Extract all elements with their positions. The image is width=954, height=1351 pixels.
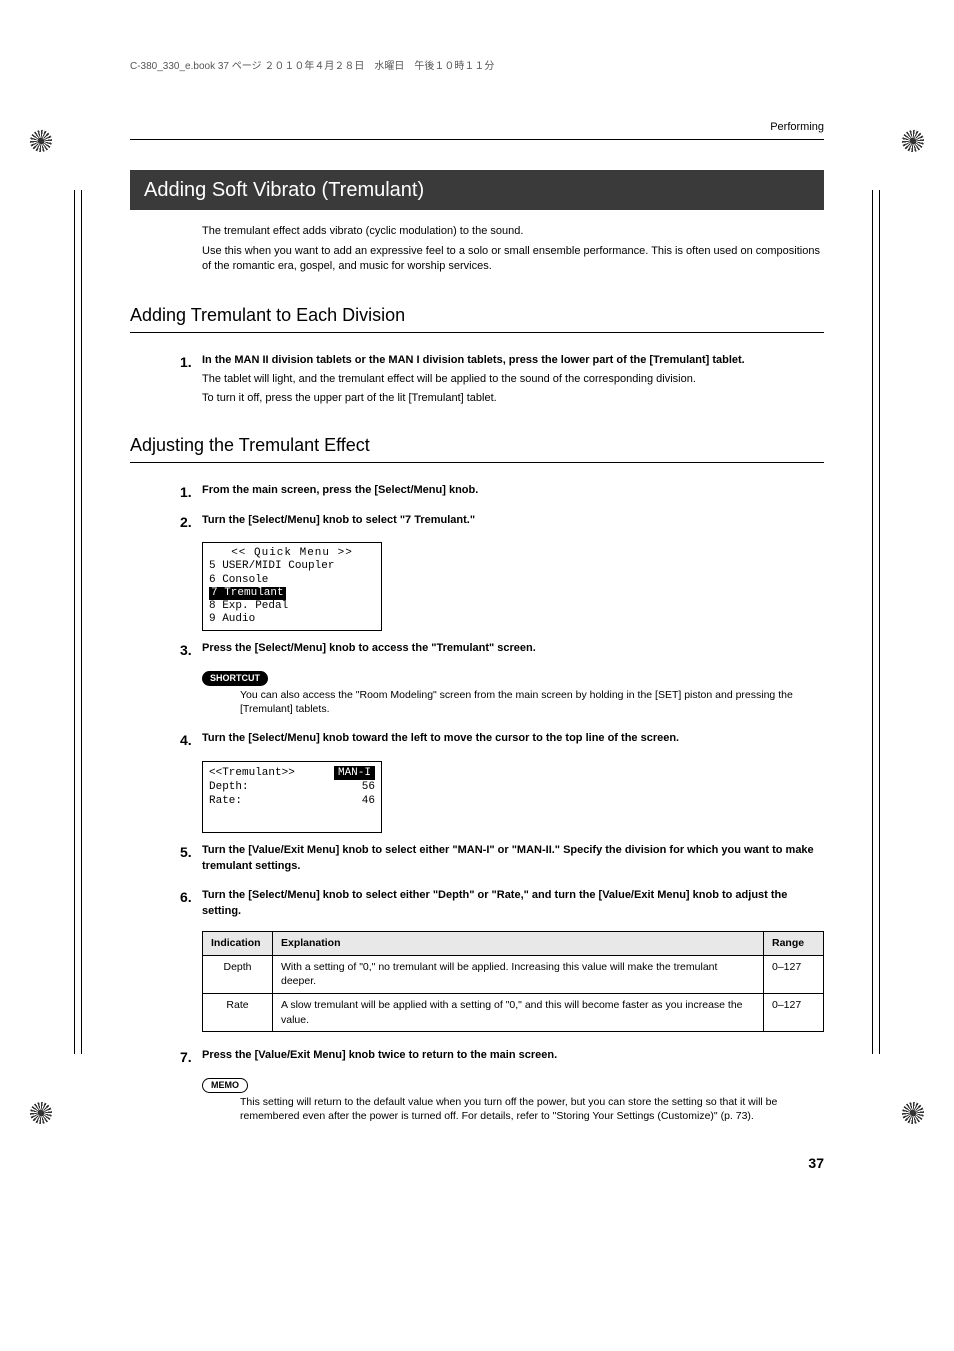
lcd-title-left: <<Tremulant>> <box>209 766 295 780</box>
lcd-line-selected: 7 Tremulant <box>209 587 286 600</box>
lcd-line: 5 USER/MIDI Coupler <box>209 560 375 573</box>
lcd-screenshot: <<Tremulant>> MAN-I Depth: 56 Rate: 46 <box>202 761 382 834</box>
step-title: From the main screen, press the [Select/… <box>202 483 824 498</box>
step: 7. Press the [Value/Exit Menu] knob twic… <box>180 1048 824 1068</box>
memo-badge: MEMO <box>202 1078 248 1093</box>
memo-text: This setting will return to the default … <box>240 1095 824 1124</box>
step-title: Turn the [Select/Menu] knob to select ei… <box>202 888 824 919</box>
step-line: The tablet will light, and the tremulant… <box>202 372 824 387</box>
step: 5. Turn the [Value/Exit Menu] knob to se… <box>180 843 824 878</box>
lcd-title: << Quick Menu >> <box>209 547 375 560</box>
step-number: 4. <box>180 731 202 751</box>
table-cell: 0–127 <box>764 994 824 1032</box>
subsection-title: Adjusting the Tremulant Effect <box>130 433 824 463</box>
shortcut-badge: SHORTCUT <box>202 671 268 686</box>
step-number: 1. <box>180 353 202 409</box>
table-cell: With a setting of "0," no tremulant will… <box>273 955 764 993</box>
step: 6. Turn the [Select/Menu] knob to select… <box>180 888 824 923</box>
lcd-line: 8 Exp. Pedal <box>209 600 375 613</box>
lcd-screenshot: << Quick Menu >> 5 USER/MIDI Coupler 6 C… <box>202 542 382 631</box>
table-header: Indication <box>203 932 273 956</box>
step-number: 1. <box>180 483 202 503</box>
intro-paragraph: Use this when you want to add an express… <box>202 244 824 275</box>
lcd-param-value: 56 <box>362 780 375 794</box>
table-row: Depth With a setting of "0," no tremulan… <box>203 955 824 993</box>
parameter-table: Indication Explanation Range Depth With … <box>202 931 824 1032</box>
file-stamp: C-380_330_e.book 37 ページ ２０１０年４月２８日 水曜日 午… <box>130 60 824 80</box>
lcd-title-right: MAN-I <box>334 766 375 780</box>
step: 1. In the MAN II division tablets or the… <box>180 353 824 409</box>
intro-text: The tremulant effect adds vibrato (cycli… <box>202 224 824 274</box>
step-title: Press the [Select/Menu] knob to access t… <box>202 641 824 656</box>
step-number: 6. <box>180 888 202 923</box>
step: 4. Turn the [Select/Menu] knob toward th… <box>180 731 824 751</box>
step-number: 5. <box>180 843 202 878</box>
step-title: Turn the [Value/Exit Menu] knob to selec… <box>202 843 824 874</box>
section-header: Performing <box>130 120 824 140</box>
step-number: 7. <box>180 1048 202 1068</box>
step-title: In the MAN II division tablets or the MA… <box>202 353 824 368</box>
step: 1. From the main screen, press the [Sele… <box>180 483 824 503</box>
lcd-line: 6 Console <box>209 574 375 587</box>
step-title: Turn the [Select/Menu] knob toward the l… <box>202 731 824 746</box>
subsection-title: Adding Tremulant to Each Division <box>130 303 824 333</box>
lcd-line: 9 Audio <box>209 613 375 626</box>
lcd-param-value: 46 <box>362 794 375 808</box>
lcd-param-label: Depth: <box>209 780 249 794</box>
page-content: C-380_330_e.book 37 ページ ２０１０年４月２８日 水曜日 午… <box>0 60 954 1174</box>
table-cell: Rate <box>203 994 273 1032</box>
step-line: To turn it off, press the upper part of … <box>202 391 824 406</box>
table-cell: 0–127 <box>764 955 824 993</box>
step-number: 2. <box>180 513 202 533</box>
lcd-param-label: Rate: <box>209 794 242 808</box>
table-header: Explanation <box>273 932 764 956</box>
table-cell: A slow tremulant will be applied with a … <box>273 994 764 1032</box>
step: 2. Turn the [Select/Menu] knob to select… <box>180 513 824 533</box>
step: 3. Press the [Select/Menu] knob to acces… <box>180 641 824 661</box>
intro-paragraph: The tremulant effect adds vibrato (cycli… <box>202 224 824 239</box>
shortcut-text: You can also access the "Room Modeling" … <box>240 688 824 717</box>
step-title: Turn the [Select/Menu] knob to select "7… <box>202 513 824 528</box>
table-cell: Depth <box>203 955 273 993</box>
table-row: Rate A slow tremulant will be applied wi… <box>203 994 824 1032</box>
step-number: 3. <box>180 641 202 661</box>
page-number: 37 <box>130 1154 824 1174</box>
table-header: Range <box>764 932 824 956</box>
page-title: Adding Soft Vibrato (Tremulant) <box>130 170 824 210</box>
step-title: Press the [Value/Exit Menu] knob twice t… <box>202 1048 824 1063</box>
